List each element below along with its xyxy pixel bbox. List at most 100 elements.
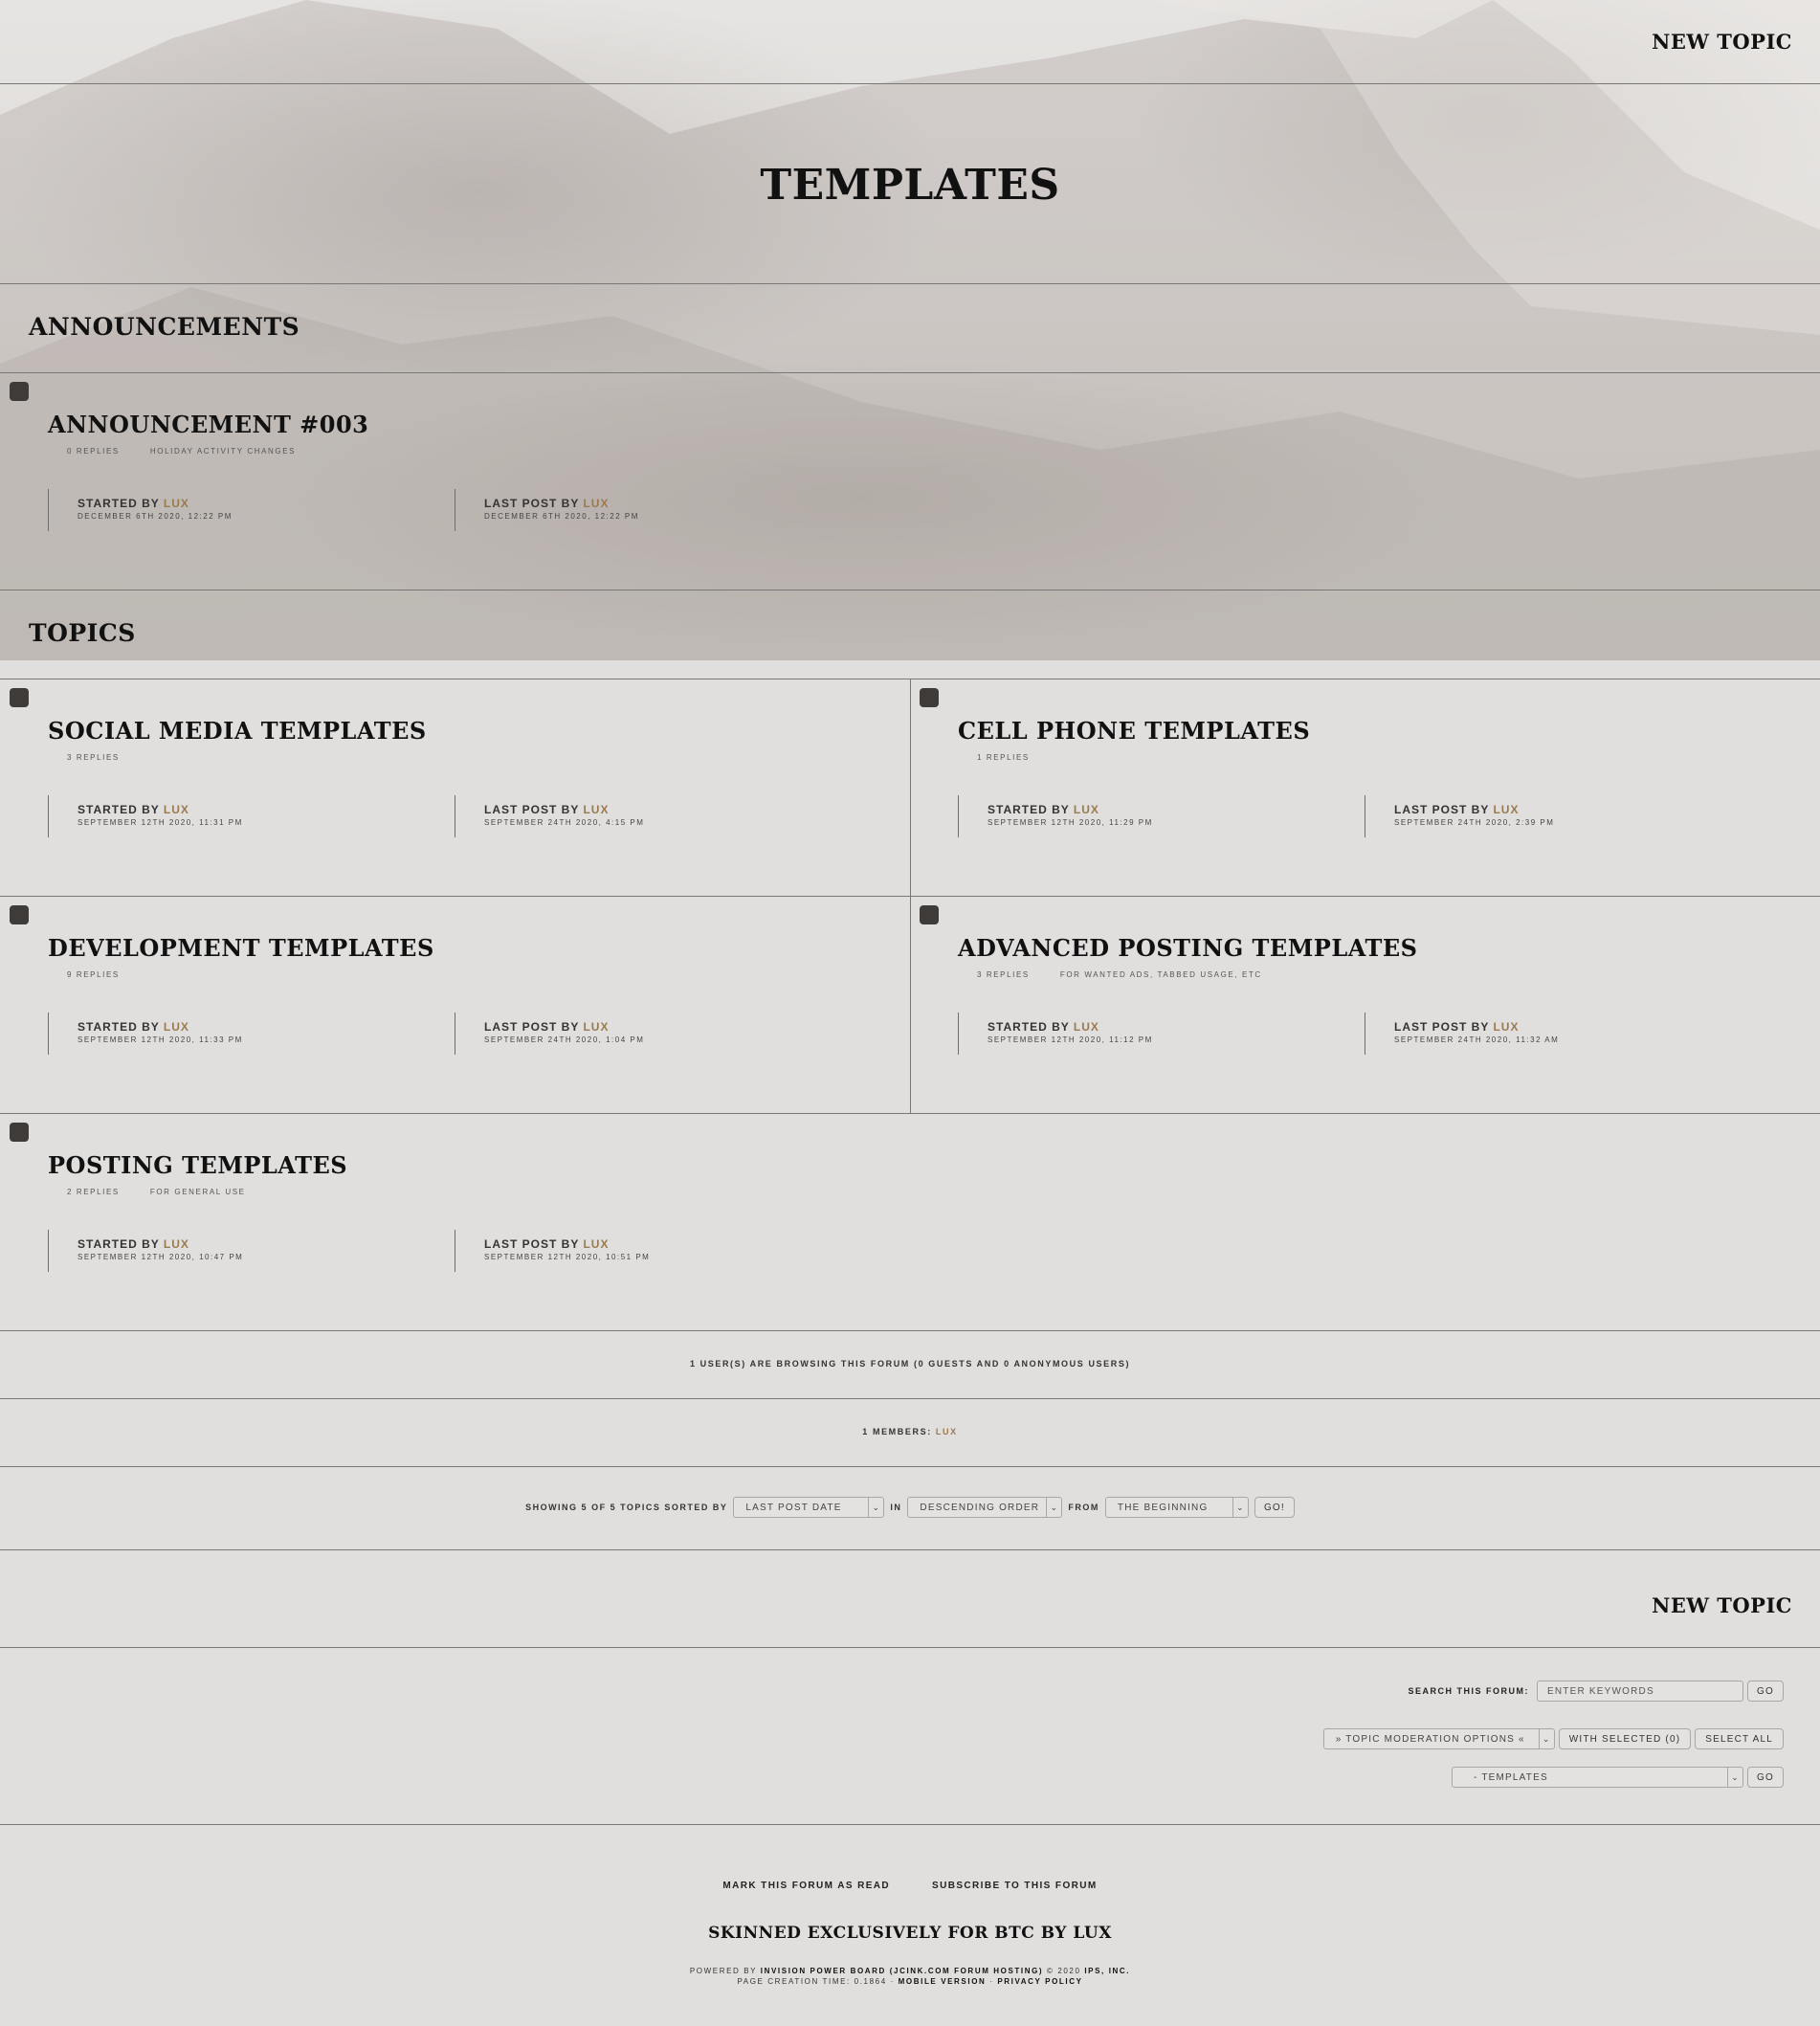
- last-post-date: SEPTEMBER 24TH 2020, 11:32 AM: [1394, 1035, 1560, 1044]
- last-post-label: LAST POST BY: [484, 803, 580, 816]
- last-post-label: LAST POST BY: [484, 1020, 580, 1034]
- user-link[interactable]: LUX: [1493, 1020, 1519, 1034]
- ips-link[interactable]: IPS, INC.: [1084, 1967, 1130, 1975]
- order-select[interactable]: DESCENDING ORDER ⌄: [907, 1497, 1063, 1518]
- footer-links: MARK THIS FORUM AS READ SUBSCRIBE TO THI…: [0, 1881, 1820, 1891]
- topics-heading: TOPICS: [29, 619, 136, 647]
- started-date: SEPTEMBER 12TH 2020, 10:47 PM: [78, 1253, 244, 1261]
- sort-by-select[interactable]: LAST POST DATE ⌄: [733, 1497, 885, 1518]
- started-date: SEPTEMBER 12TH 2020, 11:31 PM: [78, 818, 243, 827]
- chevron-down-icon: ⌄: [868, 1498, 883, 1517]
- user-link[interactable]: LUX: [1074, 1020, 1099, 1034]
- started-label: STARTED BY: [988, 1020, 1070, 1034]
- last-post-label: LAST POST BY: [1394, 803, 1490, 816]
- page-title: TEMPLATES: [760, 161, 1060, 210]
- chevron-down-icon: ⌄: [1538, 1729, 1554, 1748]
- search-input[interactable]: ENTER KEYWORDS: [1537, 1681, 1743, 1702]
- user-link[interactable]: LUX: [164, 1020, 189, 1034]
- topic-description: HOLIDAY ACTIVITY CHANGES: [149, 447, 297, 456]
- select-all-button[interactable]: SELECT ALL: [1695, 1728, 1784, 1749]
- user-link[interactable]: LUX: [164, 497, 189, 510]
- replies-count: 3 REPLIES: [977, 970, 1030, 979]
- topic-row: CELL PHONE TEMPLATES 1 REPLIES STARTED B…: [910, 679, 1820, 896]
- page-creation-time: PAGE CREATION TIME: 0.1864 ·: [737, 1977, 895, 1986]
- search-go-button[interactable]: GO: [1747, 1681, 1784, 1702]
- subscribe-link[interactable]: SUBSCRIBE TO THIS FORUM: [932, 1881, 1098, 1891]
- hosting-link[interactable]: (JCINK.COM FORUM HOSTING): [890, 1967, 1043, 1975]
- started-by-column: STARTED BY LUX SEPTEMBER 12TH 2020, 11:1…: [958, 1013, 1153, 1055]
- user-link[interactable]: LUX: [583, 1020, 609, 1034]
- user-link[interactable]: LUX: [936, 1427, 958, 1436]
- started-date: SEPTEMBER 12TH 2020, 11:33 PM: [78, 1035, 243, 1044]
- sort-prefix: SHOWING 5 OF 5 TOPICS SORTED BY: [525, 1503, 728, 1512]
- topic-row: SOCIAL MEDIA TEMPLATES 3 REPLIES STARTED…: [0, 679, 910, 896]
- search-label: SEARCH THIS FORUM:: [1408, 1686, 1529, 1696]
- topic-title-link[interactable]: ADVANCED POSTING TEMPLATES: [958, 934, 1417, 962]
- mobile-version-link[interactable]: MOBILE VERSION: [899, 1977, 987, 1986]
- replies-count: 3 REPLIES: [67, 753, 120, 762]
- user-link[interactable]: LUX: [583, 1237, 609, 1251]
- topic-meta: 2 REPLIES FOR GENERAL USE: [67, 1188, 246, 1196]
- last-post-date: SEPTEMBER 24TH 2020, 4:15 PM: [484, 818, 645, 827]
- user-link[interactable]: LUX: [583, 803, 609, 816]
- from-select[interactable]: THE BEGINNING ⌄: [1104, 1497, 1249, 1518]
- copyright: © 2020: [1047, 1967, 1081, 1975]
- divider: [0, 83, 1820, 84]
- user-link[interactable]: LUX: [164, 803, 189, 816]
- in-label: IN: [890, 1503, 902, 1512]
- topic-title-link[interactable]: DEVELOPMENT TEMPLATES: [48, 934, 434, 962]
- unread-marker-icon: [920, 688, 939, 707]
- topic-description: FOR WANTED ADS, TABBED USAGE, ETC: [1059, 970, 1262, 979]
- user-link[interactable]: LUX: [1074, 803, 1099, 816]
- chevron-down-icon: ⌄: [1046, 1498, 1061, 1517]
- powered-prefix: POWERED BY: [689, 1967, 757, 1975]
- started-label: STARTED BY: [78, 803, 160, 816]
- new-topic-button[interactable]: NEW TOPIC: [1652, 1593, 1792, 1617]
- user-link[interactable]: LUX: [583, 497, 609, 510]
- topic-title-link[interactable]: CELL PHONE TEMPLATES: [958, 717, 1310, 745]
- moderation-options-select[interactable]: » TOPIC MODERATION OPTIONS « ⌄: [1322, 1728, 1555, 1749]
- topic-title-link[interactable]: SOCIAL MEDIA TEMPLATES: [48, 717, 427, 745]
- chevron-down-icon: ⌄: [1232, 1498, 1248, 1517]
- topic-meta: 1 REPLIES: [977, 753, 1030, 762]
- new-topic-button[interactable]: NEW TOPIC: [1652, 30, 1792, 54]
- topic-meta: 0 REPLIES HOLIDAY ACTIVITY CHANGES: [67, 447, 296, 456]
- forum-jump-row: - TEMPLATES ⌄ GO: [1452, 1767, 1784, 1788]
- topic-title-link[interactable]: ANNOUNCEMENT #003: [48, 411, 368, 438]
- unread-marker-icon: [10, 905, 29, 924]
- powered-board-link[interactable]: INVISION POWER BOARD: [761, 1967, 886, 1975]
- started-date: SEPTEMBER 12TH 2020, 11:12 PM: [988, 1035, 1153, 1044]
- topic-meta: 3 REPLIES: [67, 753, 120, 762]
- from-value: THE BEGINNING: [1117, 1502, 1209, 1513]
- user-link[interactable]: LUX: [1493, 803, 1519, 816]
- announcements-heading: ANNOUNCEMENTS: [29, 313, 300, 341]
- topic-title-link[interactable]: POSTING TEMPLATES: [48, 1151, 347, 1179]
- sort-bar: SHOWING 5 OF 5 TOPICS SORTED BY LAST POS…: [0, 1497, 1820, 1518]
- unread-marker-icon: [920, 905, 939, 924]
- user-link[interactable]: LUX: [164, 1237, 189, 1251]
- started-date: SEPTEMBER 12TH 2020, 11:29 PM: [988, 818, 1153, 827]
- last-post-label: LAST POST BY: [1394, 1020, 1490, 1034]
- members-online: 1 MEMBERS: LUX: [0, 1427, 1820, 1436]
- started-date: DECEMBER 6TH 2020, 12:22 PM: [78, 512, 233, 521]
- divider: [0, 1466, 1820, 1467]
- moderation-row: » TOPIC MODERATION OPTIONS « ⌄ WITH SELE…: [1322, 1728, 1784, 1749]
- forum-jump-go-button[interactable]: GO: [1747, 1767, 1784, 1788]
- browsing-users-text: 1 USER(S) ARE BROWSING THIS FORUM (0 GUE…: [689, 1359, 1131, 1369]
- last-post-date: SEPTEMBER 12TH 2020, 10:51 PM: [484, 1253, 651, 1261]
- replies-count: 0 REPLIES: [67, 447, 120, 456]
- chevron-down-icon: ⌄: [1727, 1768, 1742, 1787]
- last-post-date: DECEMBER 6TH 2020, 12:22 PM: [484, 512, 639, 521]
- divider: [0, 1398, 1820, 1399]
- last-post-column: LAST POST BY LUX SEPTEMBER 24TH 2020, 2:…: [1365, 795, 1554, 837]
- forum-jump-select[interactable]: - TEMPLATES ⌄: [1452, 1767, 1743, 1788]
- sort-go-button[interactable]: GO!: [1254, 1497, 1295, 1518]
- mark-read-link[interactable]: MARK THIS FORUM AS READ: [722, 1881, 890, 1891]
- last-post-date: SEPTEMBER 24TH 2020, 2:39 PM: [1394, 818, 1555, 827]
- started-label: STARTED BY: [988, 803, 1070, 816]
- with-selected-button[interactable]: WITH SELECTED (0): [1558, 1728, 1692, 1749]
- divider: [0, 1330, 1820, 1331]
- privacy-policy-link[interactable]: PRIVACY POLICY: [997, 1977, 1082, 1986]
- sort-by-value: LAST POST DATE: [745, 1502, 842, 1513]
- topic-row: DEVELOPMENT TEMPLATES 9 REPLIES STARTED …: [0, 896, 910, 1113]
